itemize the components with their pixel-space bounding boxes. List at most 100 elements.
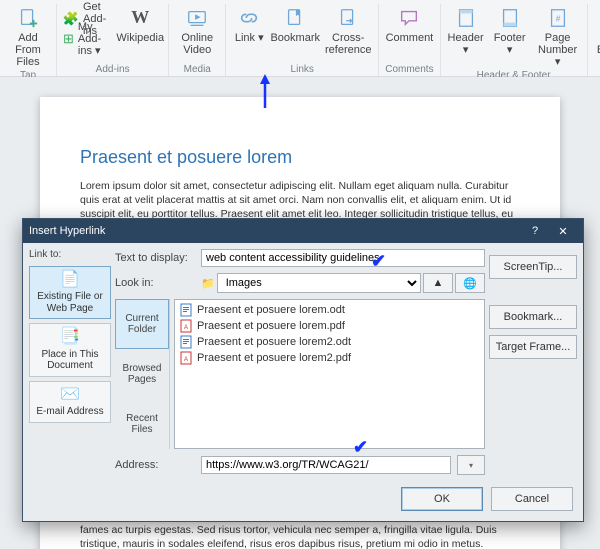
ribbon-group-links-label: Links [232,62,372,76]
look-in-select[interactable]: Images [217,273,421,293]
linkto-label: Link to: [29,249,111,260]
odt-icon [179,303,193,317]
file-name: Praesent et posuere lorem2.odt [197,336,351,348]
textbox-button[interactable]: A Text Box ▾ [594,6,600,56]
textbox-label: Text Box ▾ [594,32,600,56]
linkto-sidebar: Link to: 📄 Existing File or Web Page 📑 P… [29,249,111,475]
linkto-existing-file[interactable]: 📄 Existing File or Web Page [29,266,111,319]
ribbon-group-tap: Add From Files Tap [0,4,57,76]
odt-icon [179,335,193,349]
ok-button[interactable]: OK [401,487,483,511]
ribbon: Add From Files Tap 🧩 Get Add-ins ⊞ My Ad… [0,0,600,77]
ribbon-group-comments: Comment Comments [379,4,440,76]
video-icon [185,6,209,30]
dialog-right-buttons: ScreenTip... Bookmark... Target Frame... [489,249,577,475]
header-label: Header ▾ [447,32,485,56]
insert-hyperlink-dialog: Insert Hyperlink ? ✕ Link to: 📄 Existing… [22,218,584,522]
add-from-files-label: Add From Files [6,32,50,68]
screentip-button[interactable]: ScreenTip... [489,255,577,279]
email-icon: ✉️ [60,386,80,404]
dialog-title: Insert Hyperlink [29,225,521,237]
online-video-label: Online Video [175,32,219,56]
linkto-place-label: Place in This Document [32,349,108,372]
header-button[interactable]: Header ▾ [447,6,485,56]
ribbon-group-headerfooter: Header ▾ Footer ▾ # Page Number ▾ Header… [441,4,588,76]
ribbon-group-comments-label: Comments [385,62,433,76]
linkto-existing-label: Existing File or Web Page [32,291,108,314]
tab-current-folder[interactable]: Current Folder [115,299,169,349]
store-icon: 🧩 [63,11,79,27]
file-name: Praesent et posuere lorem.pdf [197,320,345,332]
wikipedia-icon: W [128,6,152,30]
pdf-icon: A [179,351,193,365]
file-row[interactable]: Praesent et posuere lorem2.odt [177,334,482,350]
text-to-display-input[interactable] [201,249,485,267]
address-label: Address: [115,459,195,471]
ribbon-group-text: A Text Box ▾ [588,4,600,76]
bookmark-label: Bookmark [270,32,320,44]
tab-recent-files[interactable]: Recent Files [115,399,169,449]
file-name: Praesent et posuere lorem2.pdf [197,352,351,364]
bookmark-button[interactable]: Bookmark [272,6,318,44]
bookmark-icon [283,6,307,30]
doc-location-icon: 📑 [60,328,80,346]
tab-browsed-pages[interactable]: Browsed Pages [115,349,169,399]
footer-icon [498,6,522,30]
address-dropdown-button[interactable]: ▾ [457,455,485,475]
pdf-icon: A [179,319,193,333]
file-row[interactable]: A Praesent et posuere lorem.pdf [177,318,482,334]
my-addins-label: My Add-ins ▾ [78,21,106,57]
bookmark-dlg-button[interactable]: Bookmark... [489,305,577,329]
cancel-button[interactable]: Cancel [491,487,573,511]
linkto-email-label: E-mail Address [36,406,103,418]
comment-button[interactable]: Comment [385,6,433,44]
svg-text:A: A [184,325,188,331]
page-plus-icon [16,6,40,30]
file-name: Praesent et posuere lorem.odt [197,304,345,316]
online-video-button[interactable]: Online Video [175,6,219,56]
browse-web-button[interactable]: 🌐 [455,273,485,293]
browse-tabs: Current Folder Browsed Pages Recent File… [115,299,170,449]
comment-label: Comment [386,32,434,44]
header-icon [454,6,478,30]
dialog-main: Text to display: Look in: 📁 Images ▲ 🌐 C… [115,249,485,475]
my-addins-button[interactable]: ⊞ My Add-ins ▾ [63,30,106,48]
crossref-icon [336,6,360,30]
target-frame-button[interactable]: Target Frame... [489,335,577,359]
ribbon-group-addins: 🧩 Get Add-ins ⊞ My Add-ins ▾ W Wikipedia… [57,4,169,76]
page-number-button[interactable]: # Page Number ▾ [535,6,581,68]
file-list[interactable]: Praesent et posuere lorem.odt A Praesent e… [174,299,485,449]
footer-label: Footer ▾ [491,32,529,56]
dialog-footer: OK Cancel [23,481,583,521]
link-button[interactable]: Link ▾ [232,6,266,44]
doc-heading: Praesent et posuere lorem [80,147,520,168]
link-label: Link ▾ [235,32,264,44]
ribbon-group-addins-label: Add-ins [63,62,162,76]
svg-text:A: A [184,357,188,363]
wikipedia-button[interactable]: W Wikipedia [118,6,162,44]
ribbon-group-media-label: Media [175,62,219,76]
add-from-files-button[interactable]: Add From Files [6,6,50,68]
crossref-label: Cross-reference [324,32,372,56]
text-to-display-label: Text to display: [115,252,195,264]
ribbon-group-links: Link ▾ Bookmark Cross-reference Links [226,4,379,76]
ribbon-group-media: Online Video Media [169,4,226,76]
addin-icon: ⊞ [63,31,74,47]
linkto-place-doc[interactable]: 📑 Place in This Document [29,323,111,376]
close-button[interactable]: ✕ [549,225,577,238]
link-icon [237,6,261,30]
dialog-titlebar[interactable]: Insert Hyperlink ? ✕ [23,219,583,243]
svg-text:#: # [555,15,560,24]
address-input[interactable] [201,456,451,474]
comment-icon [397,6,421,30]
file-row[interactable]: Praesent et posuere lorem.odt [177,302,482,318]
look-in-label: Look in: [115,277,195,289]
file-row[interactable]: A Praesent et posuere lorem2.pdf [177,350,482,366]
crossref-button[interactable]: Cross-reference [324,6,372,56]
help-button[interactable]: ? [521,225,549,237]
footer-button[interactable]: Footer ▾ [491,6,529,56]
globe-page-icon: 📄 [60,271,80,289]
up-folder-button[interactable]: ▲ [423,273,453,293]
linkto-email[interactable]: ✉️ E-mail Address [29,381,111,423]
folder-icon: 📁 [201,277,215,290]
